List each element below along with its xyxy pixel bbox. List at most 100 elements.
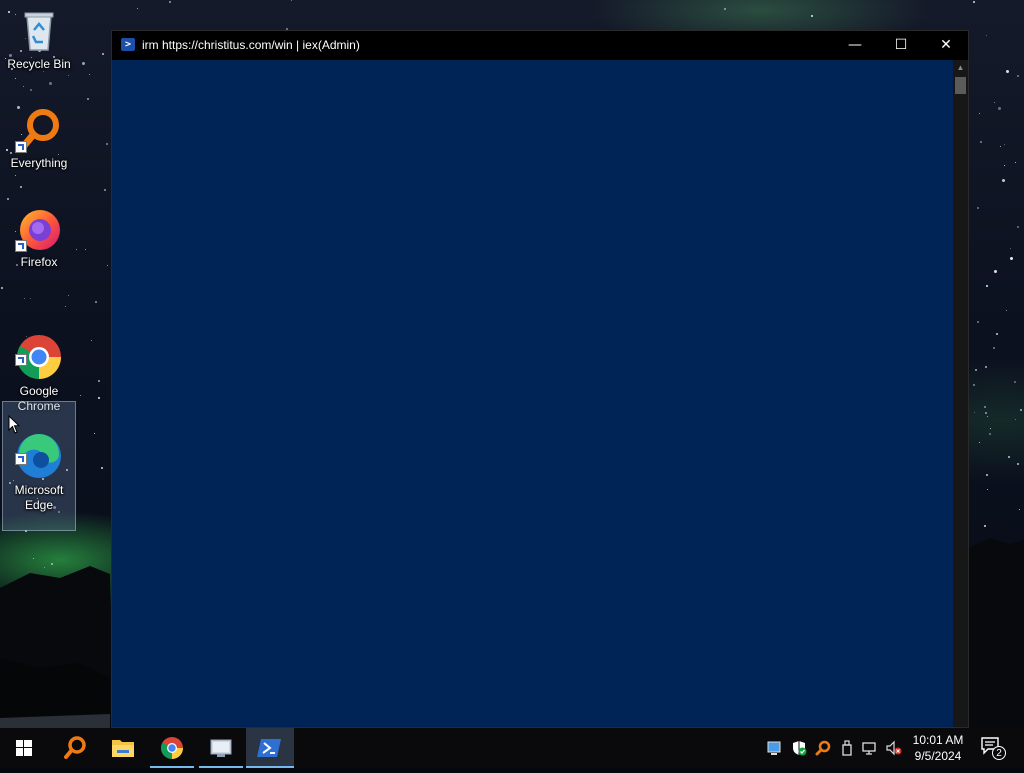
vertical-scrollbar[interactable]: ▲ bbox=[953, 60, 968, 727]
star bbox=[79, 394, 81, 396]
star bbox=[983, 405, 986, 408]
star bbox=[972, 1, 975, 4]
star bbox=[98, 379, 101, 382]
window-title: irm https://christitus.com/win | iex(Adm… bbox=[142, 38, 360, 52]
star bbox=[29, 89, 32, 92]
star bbox=[48, 81, 52, 85]
clock-date: 9/5/2024 bbox=[914, 749, 962, 763]
star bbox=[1003, 165, 1005, 167]
usb-icon[interactable] bbox=[839, 740, 855, 756]
desktop-icon-label: Firefox bbox=[20, 255, 58, 269]
recycle-bin-icon bbox=[15, 6, 63, 54]
window-titlebar[interactable]: > irm https://christitus.com/win | iex(A… bbox=[112, 31, 968, 60]
star bbox=[994, 269, 998, 273]
star bbox=[1013, 381, 1016, 384]
mouse-cursor-icon bbox=[8, 415, 20, 434]
notification-count-badge: 2 bbox=[992, 746, 1006, 760]
star bbox=[974, 411, 976, 413]
star bbox=[810, 14, 813, 17]
taskbar-file-explorer[interactable] bbox=[99, 728, 147, 768]
star bbox=[90, 339, 92, 341]
everything-tray-icon[interactable] bbox=[815, 740, 831, 756]
star bbox=[985, 285, 988, 288]
taskbar-powershell[interactable] bbox=[246, 728, 294, 768]
star bbox=[724, 8, 727, 11]
desktop-icon-everything[interactable]: Everything bbox=[3, 105, 75, 171]
star bbox=[94, 432, 96, 434]
remote-desktop-icon bbox=[210, 739, 232, 757]
edge-icon bbox=[15, 417, 63, 478]
taskbar-everything[interactable] bbox=[50, 728, 98, 768]
star bbox=[998, 106, 1001, 110]
everything-icon bbox=[64, 736, 86, 759]
star bbox=[1016, 75, 1019, 78]
star bbox=[24, 297, 26, 299]
star bbox=[979, 141, 982, 144]
star bbox=[1005, 309, 1007, 311]
star bbox=[14, 77, 16, 79]
file-explorer-icon bbox=[112, 740, 134, 757]
windows-logo-icon bbox=[16, 740, 32, 756]
star bbox=[1001, 179, 1005, 183]
star bbox=[1000, 145, 1002, 147]
network-icon[interactable] bbox=[862, 740, 878, 756]
star bbox=[22, 85, 24, 87]
star bbox=[89, 74, 91, 76]
close-button[interactable]: ✕ bbox=[923, 31, 969, 60]
star bbox=[87, 97, 90, 100]
minimize-button[interactable]: — bbox=[832, 31, 878, 60]
console-area[interactable] bbox=[112, 60, 953, 727]
star bbox=[101, 467, 104, 470]
powershell-window[interactable]: > irm https://christitus.com/win | iex(A… bbox=[111, 30, 969, 728]
star bbox=[136, 7, 138, 9]
star bbox=[984, 365, 987, 368]
star bbox=[15, 175, 17, 177]
star bbox=[0, 286, 3, 289]
star bbox=[290, 0, 292, 1]
star bbox=[993, 347, 996, 350]
taskbar-chrome[interactable] bbox=[148, 728, 196, 768]
volume-muted-icon[interactable] bbox=[886, 740, 902, 756]
display-icon[interactable] bbox=[766, 740, 782, 756]
star bbox=[994, 102, 996, 104]
clock-time: 10:01 AM bbox=[912, 733, 964, 747]
star bbox=[81, 61, 85, 65]
desktop-icon-label: Recycle Bin bbox=[7, 57, 71, 71]
taskbar-clock[interactable]: 10:01 AM 9/5/2024 bbox=[906, 732, 970, 764]
shortcut-arrow-icon bbox=[15, 240, 27, 252]
desktop-icon-label: Everything bbox=[10, 156, 68, 170]
desktop-icon-label: Microsoft Edge bbox=[14, 483, 64, 512]
star bbox=[67, 295, 69, 297]
star bbox=[101, 52, 104, 55]
star bbox=[1017, 226, 1020, 229]
desktop-icon-recycle-bin[interactable]: Recycle Bin bbox=[3, 6, 75, 72]
defender-icon[interactable] bbox=[791, 740, 807, 756]
star bbox=[6, 198, 9, 201]
scroll-up-arrow-icon[interactable]: ▲ bbox=[953, 60, 968, 76]
star bbox=[1005, 70, 1009, 74]
shortcut-arrow-icon bbox=[15, 453, 27, 465]
firefox-icon bbox=[15, 204, 63, 252]
star bbox=[996, 332, 999, 335]
maximize-button[interactable]: ☐ bbox=[878, 31, 924, 60]
star bbox=[978, 113, 980, 115]
star bbox=[1016, 462, 1019, 465]
star bbox=[85, 248, 87, 250]
star bbox=[95, 301, 98, 304]
desktop-icon-firefox[interactable]: Firefox bbox=[3, 204, 75, 270]
star bbox=[1008, 456, 1011, 459]
star bbox=[19, 185, 22, 188]
star bbox=[976, 207, 979, 210]
taskbar: 10:01 AM 9/5/2024 2 bbox=[0, 728, 1024, 768]
shortcut-arrow-icon bbox=[15, 354, 27, 366]
scroll-thumb[interactable] bbox=[955, 77, 966, 94]
start-button[interactable] bbox=[0, 728, 48, 768]
chrome-icon bbox=[161, 737, 183, 759]
taskbar-remote-desktop[interactable] bbox=[197, 728, 245, 768]
powershell-icon: > bbox=[121, 38, 135, 51]
action-center-button[interactable]: 2 bbox=[980, 736, 1006, 760]
star bbox=[1014, 162, 1016, 164]
star bbox=[97, 397, 100, 400]
star bbox=[989, 433, 992, 436]
star bbox=[974, 368, 977, 371]
